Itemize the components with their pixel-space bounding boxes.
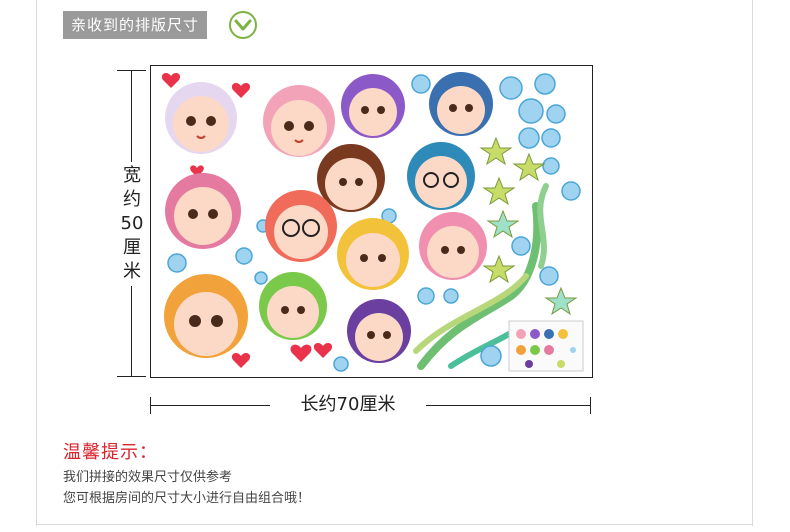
stars-decoration xyxy=(479,136,578,316)
face-8 xyxy=(265,190,337,262)
tips-line-2: 您可根据房间的尺寸大小进行自由组合哦！ xyxy=(63,491,311,506)
cartoon-sticker-illustration xyxy=(161,72,584,372)
face-12 xyxy=(259,272,327,340)
chevron-down-circle-icon xyxy=(229,11,257,39)
width-dimension-cap-left xyxy=(150,397,151,414)
tips-title: 温馨提示： xyxy=(63,442,158,463)
face-9 xyxy=(337,218,409,290)
face-10 xyxy=(419,212,487,280)
face-13 xyxy=(347,299,411,363)
height-dimension-cap-top xyxy=(117,70,146,71)
width-dimension-label: 长约70厘米 xyxy=(270,393,426,417)
frame-right-border xyxy=(752,0,753,526)
height-dimension-text: 宽约 50 厘米 xyxy=(120,165,144,282)
width-dimension-cap-right xyxy=(590,397,591,414)
sticker-layout-preview xyxy=(150,65,593,378)
face-2 xyxy=(263,85,335,157)
section-header-title: 亲收到的排版尺寸 xyxy=(63,11,208,39)
frame-bottom-border xyxy=(36,524,753,525)
frame-left-border xyxy=(36,0,37,526)
face-11 xyxy=(164,274,248,358)
cartoon-faces xyxy=(164,72,493,363)
mini-layout-thumbnail xyxy=(508,320,584,372)
face-4 xyxy=(429,72,493,136)
tips-line-1: 我们拼接的效果尺寸仅供参考 xyxy=(63,470,233,485)
face-6 xyxy=(407,142,475,210)
face-1 xyxy=(165,82,237,154)
face-3 xyxy=(341,74,405,138)
height-dimension-cap-bottom xyxy=(117,376,146,377)
height-dimension-label: 宽约 50 厘米 xyxy=(118,162,146,286)
face-7 xyxy=(165,173,241,249)
